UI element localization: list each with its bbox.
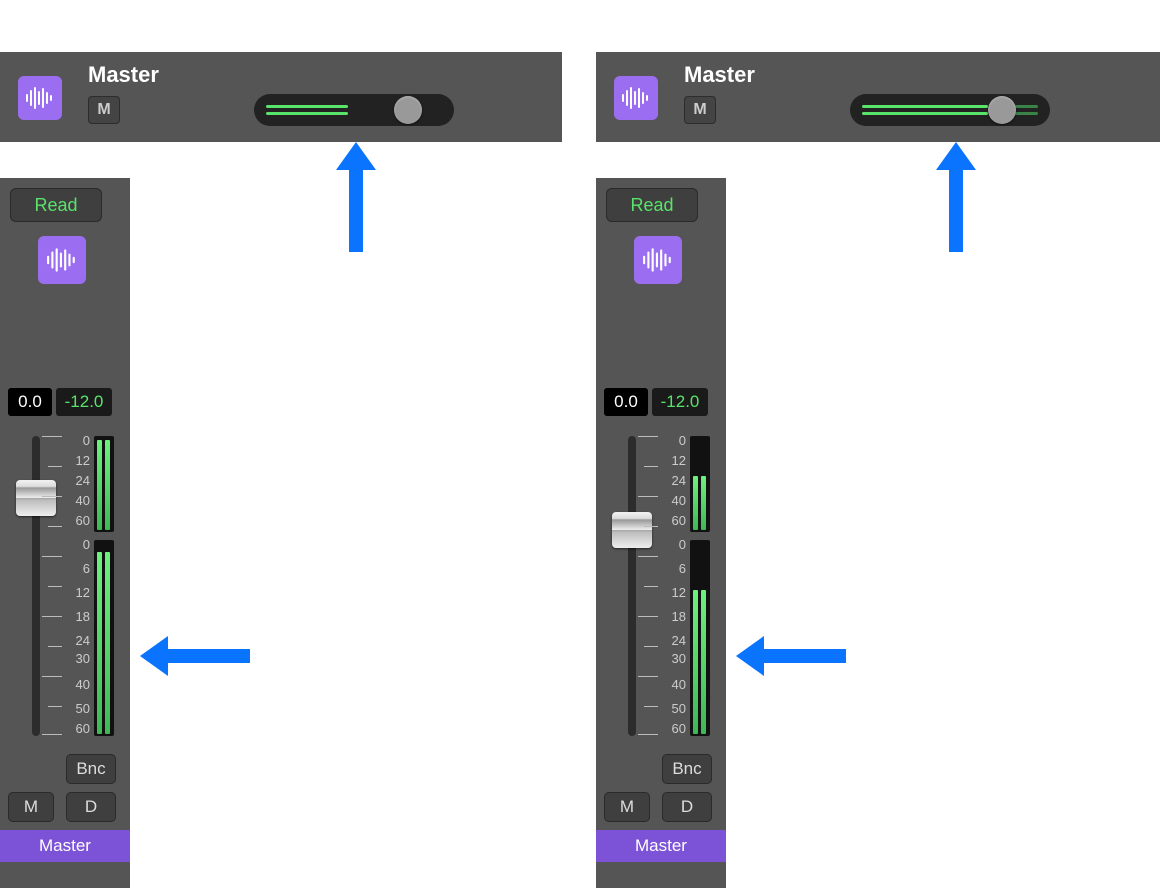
track-title: Master xyxy=(684,62,755,88)
annotation-arrow-left-right xyxy=(736,636,846,676)
dim-button[interactable]: D xyxy=(662,792,712,822)
annotation-arrow-left-left xyxy=(140,636,250,676)
bounce-button[interactable]: Bnc xyxy=(662,754,712,784)
annotation-arrow-up-right xyxy=(936,142,976,252)
gain-value[interactable]: 0.0 xyxy=(8,388,52,416)
track-header-left: Master M xyxy=(0,52,562,142)
mute-button[interactable]: M xyxy=(604,792,650,822)
peak-value[interactable]: -12.0 xyxy=(56,388,112,416)
track-header-right: Master M xyxy=(596,52,1160,142)
annotation-arrow-up-left xyxy=(336,142,376,252)
waveform-icon xyxy=(614,76,658,120)
level-meter-large: 0 6 12 18 24 30 40 50 60 xyxy=(690,540,710,736)
bounce-button[interactable]: Bnc xyxy=(66,754,116,784)
dim-button[interactable]: D xyxy=(66,792,116,822)
mute-button[interactable]: M xyxy=(88,96,120,124)
channel-strip-right: Read 0.0 -12.0 0 xyxy=(596,178,726,888)
waveform-icon xyxy=(18,76,62,120)
level-meter-small: 0 12 24 40 60 xyxy=(94,436,114,532)
gain-value[interactable]: 0.0 xyxy=(604,388,648,416)
track-title: Master xyxy=(88,62,159,88)
volume-slider[interactable] xyxy=(254,94,454,126)
channel-name: Master xyxy=(596,830,726,862)
volume-thumb[interactable] xyxy=(394,96,422,124)
peak-value[interactable]: -12.0 xyxy=(652,388,708,416)
fader-scale xyxy=(10,436,62,736)
volume-slider[interactable] xyxy=(850,94,1050,126)
automation-mode-button[interactable]: Read xyxy=(606,188,698,222)
channel-name: Master xyxy=(0,830,130,862)
waveform-icon xyxy=(38,236,86,284)
level-meter-small: 0 12 24 40 60 xyxy=(690,436,710,532)
volume-thumb[interactable] xyxy=(988,96,1016,124)
mute-button[interactable]: M xyxy=(8,792,54,822)
waveform-icon xyxy=(634,236,682,284)
level-meter-large: 0 6 12 18 24 30 40 50 60 xyxy=(94,540,114,736)
mute-button[interactable]: M xyxy=(684,96,716,124)
automation-mode-button[interactable]: Read xyxy=(10,188,102,222)
fader-scale xyxy=(606,436,658,736)
channel-strip-left: Read 0.0 -12.0 xyxy=(0,178,130,888)
